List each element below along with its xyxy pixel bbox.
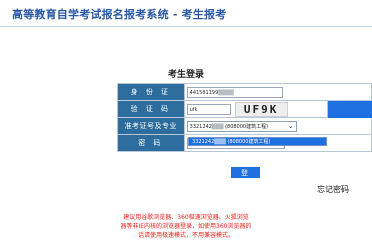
- notice-line: 话请使用极速模式，不用兼容模式。: [137, 232, 234, 239]
- captcha-refresh-button[interactable]: [327, 100, 372, 118]
- id-row: 身 份 证 441581199████: [117, 83, 372, 101]
- id-masked-part: ████: [218, 89, 234, 96]
- site-title: 高等教育自学考试报名报考系统 - 考生报考: [12, 8, 227, 21]
- major-row: 准考证号及专业 3321242███ (808000建筑工程) ⌄: [117, 117, 372, 135]
- login-title: 考生登录: [167, 70, 204, 80]
- major-select[interactable]: 3321242███ (808000建筑工程) ⌄: [186, 120, 297, 132]
- forgot-password-link[interactable]: 忘记密码: [317, 184, 349, 195]
- major-selected-value: 3321242: [189, 123, 212, 130]
- title-divider: [0, 26, 372, 27]
- id-cell: 441581199████: [183, 83, 372, 101]
- captcha-label: 验 证 码: [117, 100, 185, 118]
- major-cell: 3321242███ (808000建筑工程) ⌄: [183, 117, 372, 135]
- dropdown-masked-part: ███: [214, 139, 226, 145]
- captcha-input[interactable]: ufk: [186, 103, 231, 115]
- major-label: 准考证号及专业: [117, 117, 185, 135]
- login-button[interactable]: 登 录: [231, 167, 260, 188]
- dropdown-option-suffix: (808000建筑工程): [227, 139, 271, 145]
- major-masked-part: ███: [211, 123, 224, 130]
- captcha-row: 验 证 码 ufk UF9K: [117, 100, 372, 118]
- notice-line: 器等非IE内核的浏览器登录，如使用360浏览器的: [120, 223, 252, 230]
- major-selected-suffix: (808000建筑工程): [225, 123, 269, 130]
- id-label: 身 份 证: [117, 83, 185, 101]
- captcha-image[interactable]: UF9K: [234, 101, 288, 117]
- password-label: 密 码: [117, 134, 185, 152]
- chevron-down-icon: ⌄: [287, 121, 294, 130]
- browser-notice: 建议用谷歌浏览器、360极速浏览器、火狐浏览 器等非IE内核的浏览器登录，如使用…: [0, 213, 372, 240]
- major-dropdown-option[interactable]: 3321242███ (808000建筑工程): [188, 137, 327, 146]
- id-value: 441581199: [189, 89, 219, 96]
- captcha-cell: ufk UF9K: [183, 100, 329, 118]
- dropdown-option-value: 3321242: [192, 139, 215, 145]
- id-input[interactable]: 441581199████: [186, 86, 283, 98]
- notice-line: 建议用谷歌浏览器、360极速浏览器、火狐浏览: [123, 214, 249, 221]
